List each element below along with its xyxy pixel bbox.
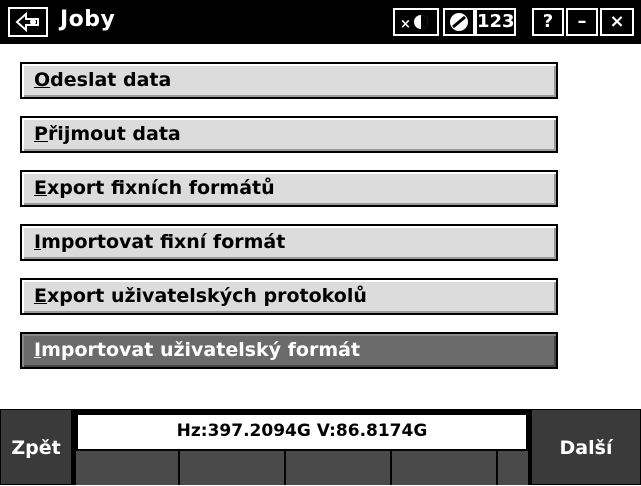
menu-item-importovat-fixni-format[interactable]: Importovat fixní formát xyxy=(20,224,558,261)
menu-item-label: mportovat fixní formát xyxy=(41,231,286,253)
angle-status-readout: Hz:397.2094G V:86.8174G xyxy=(76,413,528,451)
mnemonic: E xyxy=(34,285,47,307)
title-bar: Joby × 123 ? – × xyxy=(0,0,641,44)
menu-item-odeslat-data[interactable]: Odeslat data xyxy=(20,62,558,99)
keyboard-toggle-icon[interactable]: × xyxy=(393,8,439,36)
menu-item-export-fixnich-formatu[interactable]: Export fixních formátů xyxy=(20,170,558,207)
no-entry-icon[interactable] xyxy=(443,8,475,36)
next-button[interactable]: Další xyxy=(531,409,641,485)
close-button[interactable]: × xyxy=(600,8,634,36)
menu-item-label: xport fixních formátů xyxy=(46,177,275,199)
mnemonic: O xyxy=(34,69,51,91)
back-button[interactable]: Zpět xyxy=(0,409,72,485)
start-menu-icon[interactable] xyxy=(8,7,48,37)
window-title: Joby xyxy=(60,7,116,32)
menu-item-label: řijmout data xyxy=(47,123,181,145)
bottom-bar: Zpět Hz:397.2094G V:86.8174G Další xyxy=(0,409,641,485)
function-key-slot[interactable] xyxy=(286,451,392,485)
jobs-menu: Odeslat data Přijmout data Export fixníc… xyxy=(0,44,641,409)
function-key-slot[interactable] xyxy=(498,451,530,485)
menu-item-label: mportovat uživatelský formát xyxy=(41,339,361,361)
mnemonic: P xyxy=(34,123,48,145)
svg-text:×: × xyxy=(400,17,411,32)
menu-item-export-uzivatelskych-protokolu[interactable]: Export uživatelských protokolů xyxy=(20,278,558,315)
menu-item-prijmout-data[interactable]: Přijmout data xyxy=(20,116,558,153)
function-key-slot[interactable] xyxy=(76,451,180,485)
function-key-slot[interactable] xyxy=(180,451,286,485)
function-key-slots xyxy=(76,451,530,485)
menu-item-label: xport uživatelských protokolů xyxy=(46,285,367,307)
function-key-slot[interactable] xyxy=(392,451,498,485)
help-button[interactable]: ? xyxy=(532,8,564,36)
minimize-button[interactable]: – xyxy=(566,8,598,36)
mnemonic: E xyxy=(34,177,47,199)
menu-item-label: deslat data xyxy=(50,69,172,91)
menu-item-importovat-uzivatelsky-format[interactable]: Importovat uživatelský formát xyxy=(20,332,558,369)
input-mode-indicator[interactable]: 123 xyxy=(475,8,516,36)
